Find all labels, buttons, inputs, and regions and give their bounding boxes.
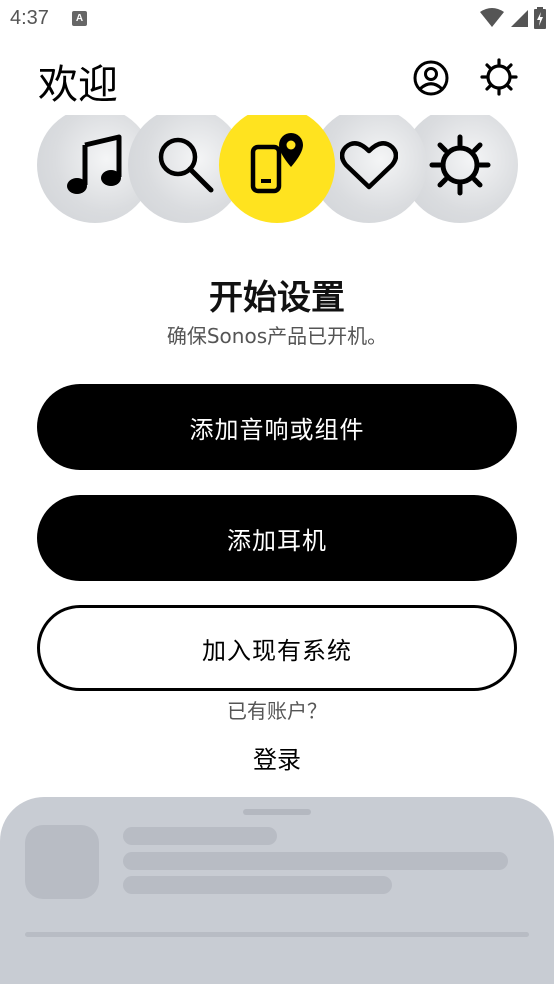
wifi-icon — [480, 8, 504, 27]
join-system-button[interactable]: 加入现有系统 — [37, 605, 517, 691]
bottom-sheet[interactable] — [0, 797, 554, 984]
setup-subtitle: 确保Sonos产品已开机。 — [166, 324, 388, 348]
skeleton-divider — [25, 932, 529, 937]
skeleton-line — [123, 852, 508, 870]
settings-button[interactable] — [479, 57, 519, 97]
account-icon — [413, 60, 449, 96]
heart-icon — [340, 141, 398, 190]
feature-carousel[interactable] — [0, 115, 554, 223]
battery-charging-icon — [534, 7, 546, 29]
status-bar: 4:37 A — [0, 0, 554, 38]
skeleton-line — [123, 827, 277, 845]
carousel-item-setup[interactable] — [219, 115, 335, 223]
account-button[interactable] — [412, 59, 450, 97]
gear-icon — [429, 134, 491, 196]
add-headphones-button[interactable]: 添加耳机 — [37, 495, 517, 581]
add-speaker-label: 添加音响或组件 — [189, 415, 365, 444]
login-link[interactable]: 登录 — [0, 740, 554, 775]
status-time: 4:37 — [10, 7, 49, 29]
setup-title: 开始设置 — [209, 278, 345, 318]
status-icons — [480, 7, 546, 29]
add-headphones-label: 添加耳机 — [227, 526, 327, 555]
page-title: 欢迎 — [38, 62, 118, 108]
skeleton-line — [123, 876, 392, 894]
music-note-icon — [67, 134, 122, 194]
skeleton-thumbnail — [25, 825, 99, 899]
gear-icon — [480, 58, 518, 96]
signal-icon — [511, 10, 528, 27]
add-speaker-button[interactable]: 添加音响或组件 — [37, 384, 517, 470]
phone-location-icon — [250, 133, 303, 194]
account-question: 已有账户？ — [227, 699, 327, 723]
join-system-label: 加入现有系统 — [202, 636, 352, 665]
drag-handle[interactable] — [243, 809, 311, 815]
search-icon — [158, 137, 214, 193]
app-notification-icon: A — [72, 11, 87, 26]
